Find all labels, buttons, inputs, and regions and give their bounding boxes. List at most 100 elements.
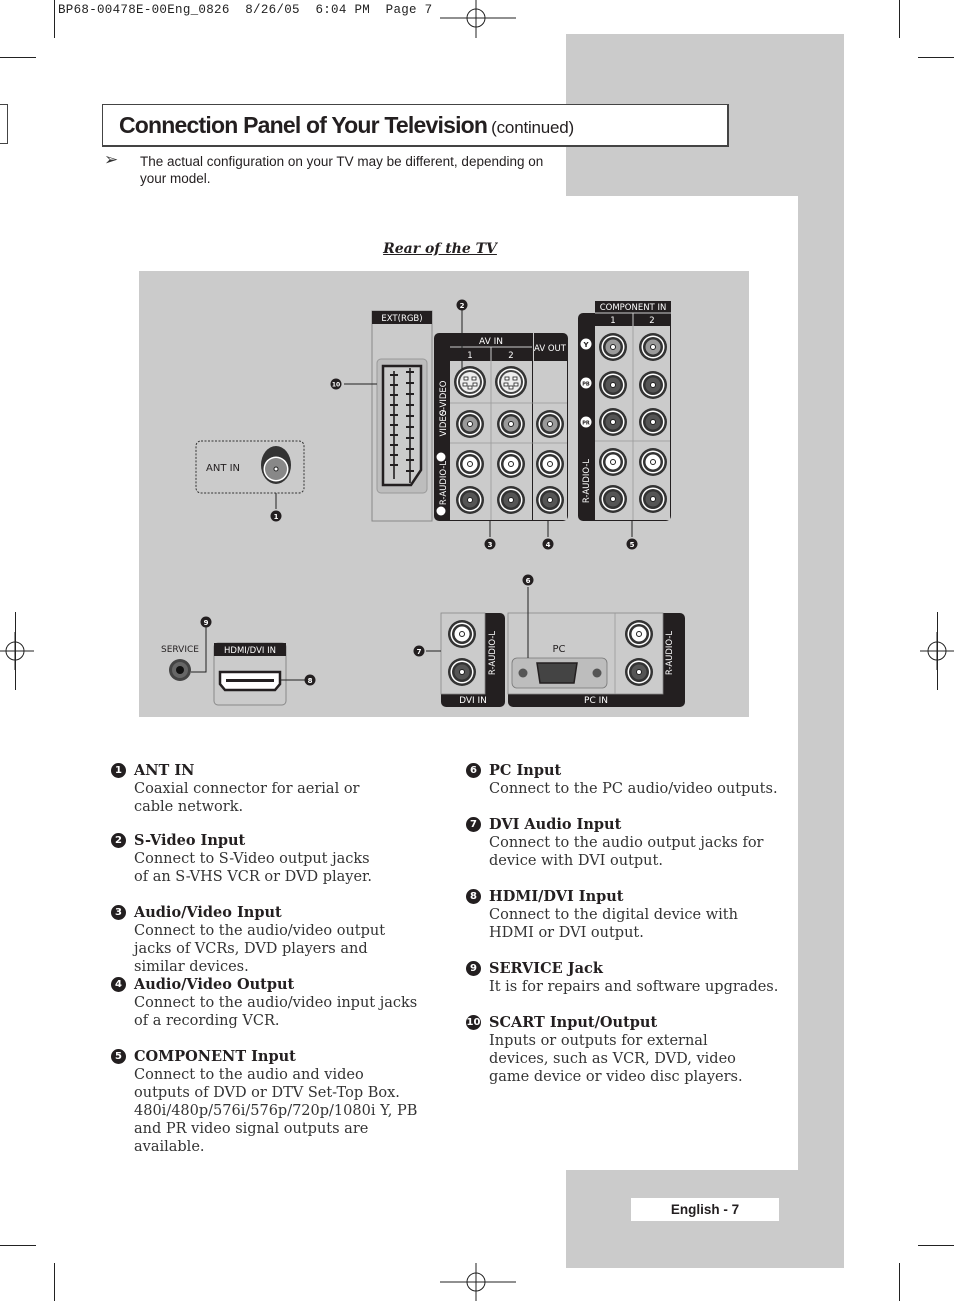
audio-label: R-AUDIO-L bbox=[439, 461, 449, 506]
callout-7: 7 bbox=[413, 645, 425, 657]
callout-3: 3 bbox=[484, 538, 496, 550]
scart-pin bbox=[406, 426, 414, 428]
callout-6: 6 bbox=[522, 574, 534, 586]
registration-mark-icon bbox=[920, 632, 954, 670]
service-label: SERVICE bbox=[161, 645, 199, 655]
scart-pin bbox=[406, 415, 414, 417]
item-title: DVI Audio Input bbox=[489, 816, 622, 833]
item-title: S-Video Input bbox=[134, 832, 246, 849]
svg-text:8: 8 bbox=[308, 677, 313, 685]
item-title: HDMI/DVI Input bbox=[489, 888, 624, 905]
item-title: ANT IN bbox=[134, 762, 195, 779]
scart-pin bbox=[390, 444, 398, 446]
print-slug: BP68-00478E-00Eng_0826 8/26/05 6:04 PM P… bbox=[58, 3, 433, 17]
video-label: VIDEO bbox=[439, 409, 449, 436]
note-text: The actual configuration on your TV may … bbox=[140, 154, 544, 186]
arrow-bullet-icon: ➢ bbox=[104, 150, 119, 169]
list-item: 1 ANT IN Coaxial connector for aerial or… bbox=[111, 762, 434, 816]
svg-text:2: 2 bbox=[460, 302, 465, 310]
av-in-2-label: 2 bbox=[508, 351, 513, 361]
number-badge: 10 bbox=[466, 1015, 481, 1030]
page-edge-fragment bbox=[0, 104, 8, 144]
component-connector-block: COMPONENT IN 1 2 Y PB PR R-AUDIO-L bbox=[578, 301, 671, 537]
page-title-suffix: (continued) bbox=[491, 118, 575, 137]
number-badge: 6 bbox=[466, 763, 481, 778]
callout-9: 9 bbox=[200, 616, 212, 628]
pb-label: PB bbox=[582, 382, 590, 388]
rear-panel-svg: ANT IN EXT(RGB) AV IN 1 2 AV OUT S-VIDEO… bbox=[161, 299, 685, 707]
hdmi-connector: HDMI/DVI IN bbox=[213, 642, 305, 706]
svg-text:9: 9 bbox=[204, 619, 209, 627]
list-item: 10 SCART Input/Output Inputs or outputs … bbox=[466, 1014, 789, 1086]
pc-in-label: PC IN bbox=[584, 696, 608, 706]
crop-mark bbox=[918, 57, 954, 58]
scart-pin bbox=[406, 382, 414, 384]
item-title: COMPONENT Input bbox=[134, 1048, 296, 1065]
pr-label: PR bbox=[582, 421, 590, 427]
svg-text:7: 7 bbox=[417, 648, 422, 656]
svg-text:6: 6 bbox=[526, 577, 531, 585]
registration-mark-icon bbox=[440, 0, 516, 38]
scart-pin bbox=[406, 437, 414, 439]
registration-mark-icon bbox=[0, 632, 34, 670]
diagram-caption: Rear of the TV bbox=[383, 241, 497, 257]
number-badge: 9 bbox=[466, 961, 481, 976]
page-title-box: Connection Panel of Your Television (cont… bbox=[102, 104, 729, 147]
component-1-label: 1 bbox=[610, 316, 615, 326]
callout-4: 4 bbox=[542, 538, 554, 550]
scart-pin bbox=[390, 454, 398, 456]
component-audio-label: R-AUDIO-L bbox=[582, 459, 592, 504]
item-description: Connect to the audio and video outputs o… bbox=[134, 1067, 400, 1101]
item-description-extra: 480i/480p/576i/576p/720p/1080i Y, PB and… bbox=[134, 1103, 418, 1155]
number-badge: 7 bbox=[466, 817, 481, 832]
av-connector-block: AV IN 1 2 AV OUT S-VIDEO VIDEO R-AUDIO-L bbox=[434, 307, 568, 537]
item-description: Connect to the audio output jacks for de… bbox=[489, 835, 764, 869]
scart-pin bbox=[390, 404, 398, 406]
crop-mark bbox=[899, 1263, 900, 1301]
callout-1: 1 bbox=[270, 510, 282, 522]
side-band-right bbox=[798, 34, 844, 1268]
dvi-in-label: DVI IN bbox=[459, 696, 487, 706]
list-item: 5 COMPONENT Input Connect to the audio a… bbox=[111, 1048, 434, 1156]
item-description: Coaxial connector for aerial or cable ne… bbox=[134, 781, 360, 815]
scart-pin bbox=[406, 371, 414, 373]
list-item: 3 Audio/Video Input Connect to the audio… bbox=[111, 904, 434, 976]
av-out-label: AV OUT bbox=[534, 344, 567, 354]
number-badge: 4 bbox=[111, 977, 126, 992]
ext-rgb-label: EXT(RGB) bbox=[381, 314, 422, 324]
svg-text:1: 1 bbox=[274, 513, 279, 521]
svg-text:5: 5 bbox=[630, 541, 635, 549]
dvi-audio-label: R-AUDIO-L bbox=[488, 631, 498, 676]
crop-mark bbox=[54, 1263, 55, 1301]
rear-panel-diagram: ANT IN EXT(RGB) AV IN 1 2 AV OUT S-VIDEO… bbox=[139, 271, 749, 717]
item-description: Inputs or outputs for external devices, … bbox=[489, 1033, 743, 1085]
component-2-label: 2 bbox=[649, 316, 654, 326]
scart-pin bbox=[406, 404, 414, 406]
page-title-text: Connection Panel of Your Television bbox=[119, 112, 488, 138]
item-title: PC Input bbox=[489, 762, 562, 779]
item-title: Audio/Video Input bbox=[134, 904, 282, 921]
av-in-label: AV IN bbox=[479, 337, 503, 347]
item-title: SERVICE Jack bbox=[489, 960, 603, 977]
crop-mark bbox=[54, 0, 55, 38]
item-description: Connect to the audio/video input jacks o… bbox=[134, 995, 418, 1029]
list-item: 7 DVI Audio Input Connect to the audio o… bbox=[466, 816, 789, 870]
list-item: 4 Audio/Video Output Connect to the audi… bbox=[111, 976, 434, 1030]
svg-text:4: 4 bbox=[546, 541, 551, 549]
page-number-label: English - 7 bbox=[631, 1198, 779, 1221]
pc-in-block: PC R-AUDIO-L PC IN bbox=[507, 587, 685, 707]
item-description: It is for repairs and software upgrades. bbox=[489, 979, 779, 995]
hdmi-dvi-in-label: HDMI/DVI IN bbox=[224, 646, 276, 656]
callout-2: 2 bbox=[456, 299, 468, 311]
number-badge: 8 bbox=[466, 889, 481, 904]
crop-mark bbox=[918, 1245, 954, 1246]
crop-mark bbox=[0, 1245, 36, 1246]
item-title: Audio/Video Output bbox=[134, 976, 295, 993]
scart-connector: EXT(RGB) bbox=[344, 310, 433, 522]
scart-pin bbox=[390, 434, 398, 436]
scart-pin bbox=[390, 394, 398, 396]
list-item: 6 PC Input Connect to the PC audio/video… bbox=[466, 762, 789, 798]
ant-in-label: ANT IN bbox=[206, 463, 240, 474]
scart-pin bbox=[390, 414, 398, 416]
number-badge: 5 bbox=[111, 1049, 126, 1064]
